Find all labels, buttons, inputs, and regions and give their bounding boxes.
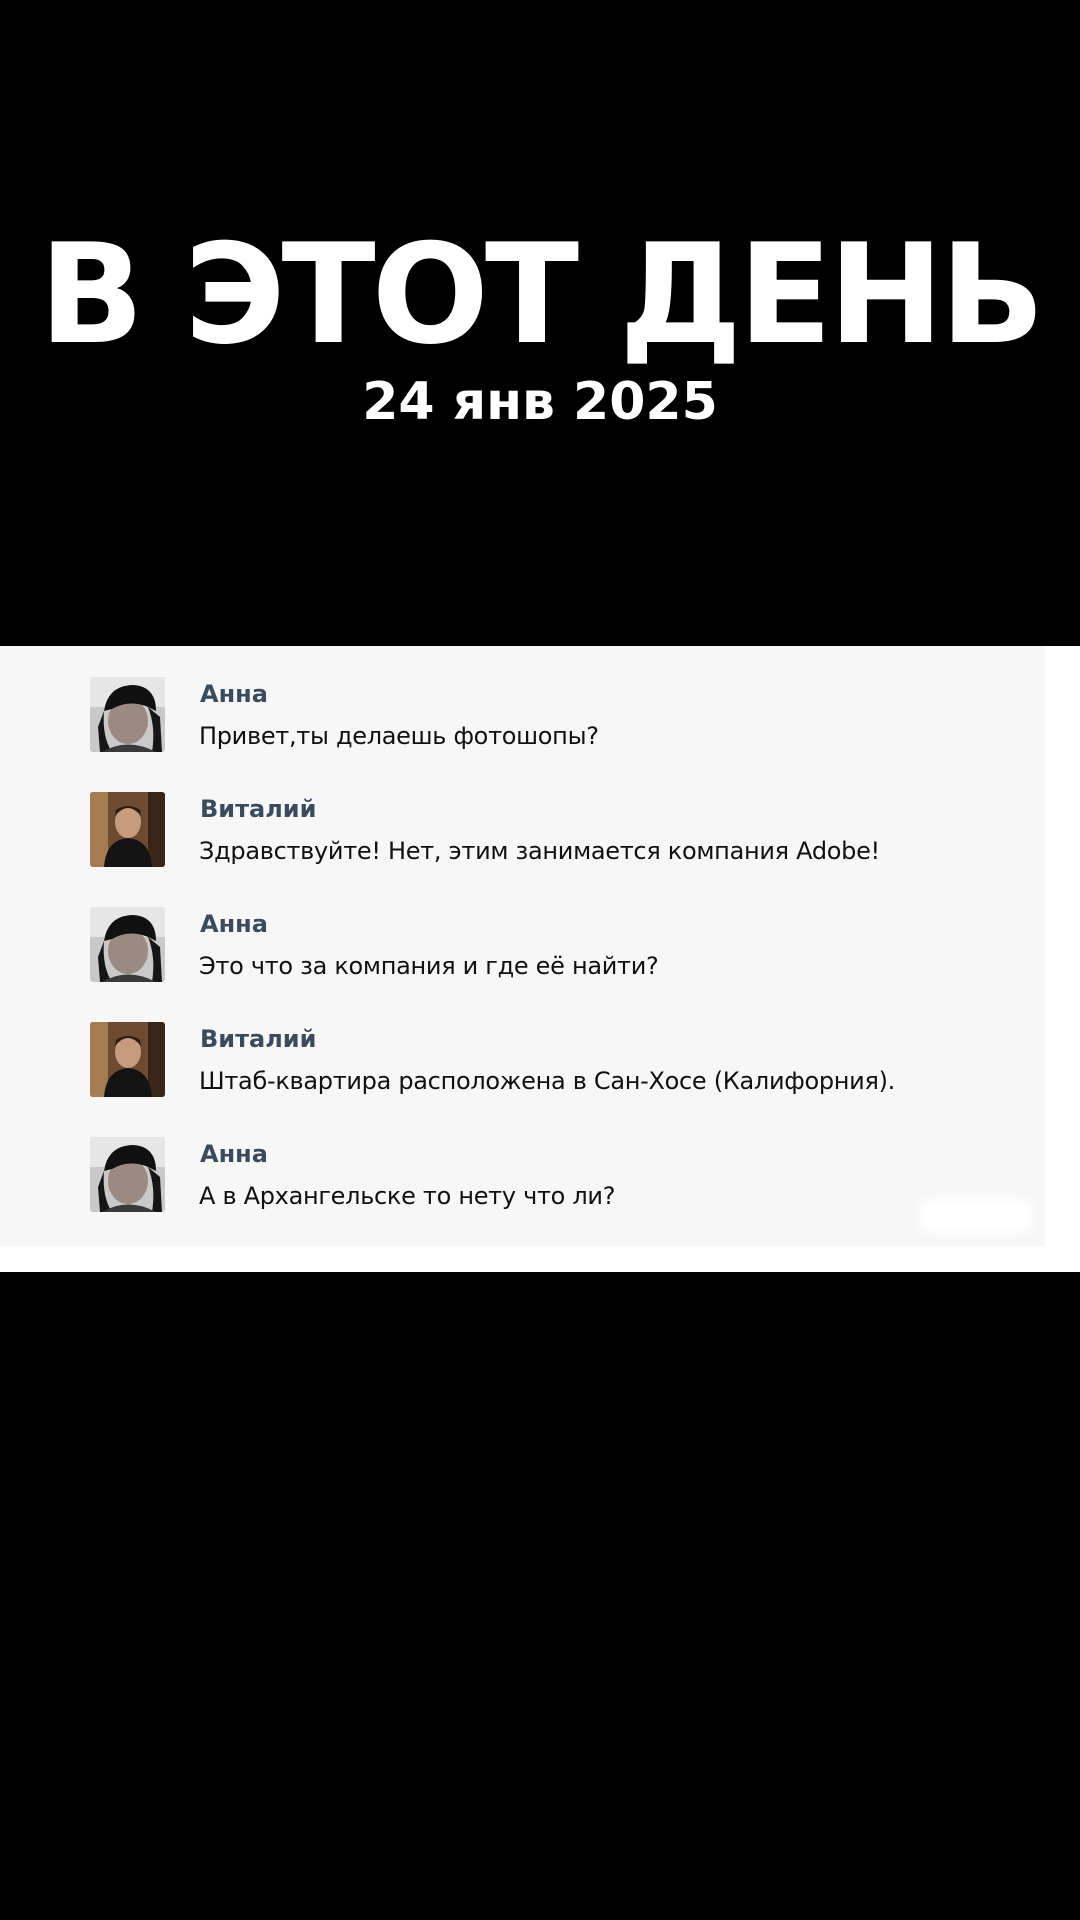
chat-message: Виталий Штаб-квартира расположена в Сан-… [90, 991, 1010, 1097]
message-author[interactable]: Анна [200, 908, 268, 940]
chat-screenshot: Анна Привет,ты делаешь фотошопы? Виталий [0, 646, 1080, 1272]
message-author[interactable]: Виталий [200, 793, 316, 825]
message-author[interactable]: Анна [200, 1138, 268, 1170]
glare-artifact [918, 1198, 1034, 1234]
man-avatar[interactable] [90, 792, 165, 867]
chat-message: Анна А в Архангельске то нету что ли? [90, 1106, 1010, 1212]
chat-message: Виталий Здравствуйте! Нет, этим занимает… [90, 761, 1010, 867]
page: В ЭТОТ ДЕНЬ 24 янв 2025 Анна Привет,ты д… [0, 0, 1080, 1920]
woman-avatar[interactable] [90, 907, 165, 982]
message-author[interactable]: Анна [200, 678, 268, 710]
message-text: Это что за компания и где её найти? [199, 952, 659, 980]
chat-message: Анна Это что за компания и где её найти? [90, 876, 1010, 982]
message-text: А в Архангельске то нету что ли? [199, 1182, 616, 1210]
woman-avatar[interactable] [90, 1137, 165, 1212]
man-avatar[interactable] [90, 1022, 165, 1097]
chat-message: Анна Привет,ты делаешь фотошопы? [90, 646, 1010, 752]
message-author[interactable]: Виталий [200, 1023, 316, 1055]
chat-panel: Анна Привет,ты делаешь фотошопы? Виталий [0, 646, 1045, 1246]
message-text: Здравствуйте! Нет, этим занимается компа… [199, 837, 880, 865]
page-title: В ЭТОТ ДЕНЬ [39, 214, 1045, 375]
date-label: 24 янв 2025 [362, 372, 718, 432]
message-text: Штаб-квартира расположена в Сан-Хосе (Ка… [199, 1067, 896, 1095]
message-text: Привет,ты делаешь фотошопы? [199, 722, 599, 750]
woman-avatar[interactable] [90, 677, 165, 752]
